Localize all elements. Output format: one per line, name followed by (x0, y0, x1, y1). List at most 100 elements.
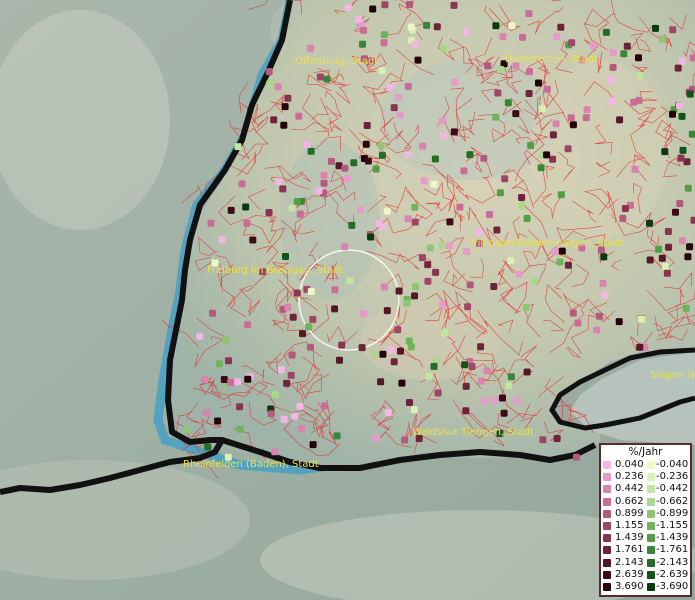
data-point[interactable] (480, 154, 488, 162)
data-point[interactable] (372, 434, 380, 442)
data-point[interactable] (220, 376, 228, 383)
data-point[interactable] (477, 343, 485, 351)
data-point[interactable] (593, 326, 601, 334)
data-point[interactable] (564, 145, 572, 153)
data-point[interactable] (299, 330, 306, 338)
data-point[interactable] (526, 68, 533, 76)
data-point[interactable] (293, 289, 301, 297)
data-point[interactable] (543, 85, 551, 93)
data-point[interactable] (316, 73, 324, 81)
data-point[interactable] (615, 318, 623, 326)
data-point[interactable] (288, 351, 296, 359)
data-point[interactable] (265, 209, 273, 216)
data-point[interactable] (323, 75, 331, 83)
data-point[interactable] (543, 151, 551, 159)
data-point[interactable] (401, 436, 409, 444)
data-point[interactable] (486, 211, 493, 218)
data-point[interactable] (321, 402, 328, 410)
data-point[interactable] (394, 326, 402, 334)
data-point[interactable] (277, 366, 285, 374)
data-point[interactable] (215, 360, 223, 368)
data-point[interactable] (492, 113, 500, 121)
data-point[interactable] (492, 22, 500, 30)
data-point[interactable] (538, 105, 546, 113)
data-point[interactable] (377, 378, 385, 386)
data-point[interactable] (602, 28, 610, 36)
data-point[interactable] (450, 128, 458, 136)
data-point[interactable] (655, 245, 663, 253)
data-point[interactable] (490, 283, 498, 290)
data-point[interactable] (346, 277, 354, 285)
data-point[interactable] (380, 31, 388, 39)
data-point[interactable] (463, 28, 470, 36)
data-point[interactable] (218, 236, 226, 244)
data-point[interactable] (411, 218, 419, 226)
data-point[interactable] (227, 378, 235, 386)
data-point[interactable] (236, 425, 244, 433)
data-point[interactable] (686, 90, 694, 98)
data-point[interactable] (403, 299, 411, 307)
data-point[interactable] (426, 244, 434, 252)
data-point[interactable] (359, 40, 366, 48)
data-point[interactable] (675, 102, 683, 110)
data-point[interactable] (460, 167, 468, 175)
data-point[interactable] (493, 226, 501, 234)
data-point[interactable] (295, 112, 303, 120)
data-point[interactable] (398, 379, 406, 387)
data-point[interactable] (636, 343, 644, 351)
data-point[interactable] (249, 236, 257, 244)
data-point[interactable] (686, 243, 694, 251)
data-point[interactable] (406, 399, 413, 406)
data-point[interactable] (244, 375, 252, 383)
data-point[interactable] (412, 283, 419, 291)
data-point[interactable] (411, 40, 419, 48)
data-point[interactable] (553, 33, 561, 41)
data-point[interactable] (599, 279, 607, 287)
data-point[interactable] (664, 228, 672, 235)
data-point[interactable] (441, 329, 449, 337)
data-point[interactable] (271, 391, 279, 399)
data-point[interactable] (411, 203, 419, 211)
data-point[interactable] (379, 350, 387, 358)
data-point[interactable] (505, 382, 513, 390)
data-point[interactable] (431, 155, 439, 163)
data-point[interactable] (243, 219, 251, 227)
data-point[interactable] (568, 39, 576, 47)
data-point[interactable] (381, 1, 389, 9)
data-point[interactable] (440, 45, 448, 53)
data-point[interactable] (288, 204, 296, 212)
data-point[interactable] (284, 303, 292, 311)
data-point[interactable] (425, 373, 433, 380)
data-point[interactable] (242, 203, 250, 211)
data-point[interactable] (266, 80, 273, 88)
data-point[interactable] (430, 180, 438, 188)
data-point[interactable] (309, 315, 317, 323)
data-point[interactable] (537, 164, 545, 172)
data-point[interactable] (291, 412, 299, 420)
data-point[interactable] (336, 356, 343, 364)
data-point[interactable] (298, 425, 306, 433)
data-point[interactable] (504, 99, 512, 107)
data-point[interactable] (446, 218, 454, 226)
data-point[interactable] (518, 202, 526, 210)
data-point[interactable] (621, 205, 629, 212)
data-point[interactable] (609, 63, 617, 71)
data-point[interactable] (331, 286, 339, 294)
data-point[interactable] (183, 426, 191, 434)
data-point[interactable] (305, 323, 313, 331)
data-point[interactable] (665, 243, 673, 251)
data-point[interactable] (296, 210, 304, 218)
data-point[interactable] (683, 158, 691, 166)
data-point[interactable] (497, 66, 505, 73)
data-point[interactable] (404, 151, 412, 159)
data-point[interactable] (616, 116, 624, 124)
data-point[interactable] (367, 233, 375, 241)
data-point[interactable] (678, 112, 686, 120)
data-point[interactable] (380, 283, 388, 291)
data-point[interactable] (333, 432, 341, 440)
data-point[interactable] (289, 313, 297, 321)
data-point[interactable] (508, 22, 516, 30)
data-point[interactable] (512, 110, 520, 118)
data-point[interactable] (404, 215, 412, 223)
data-point[interactable] (564, 261, 572, 269)
